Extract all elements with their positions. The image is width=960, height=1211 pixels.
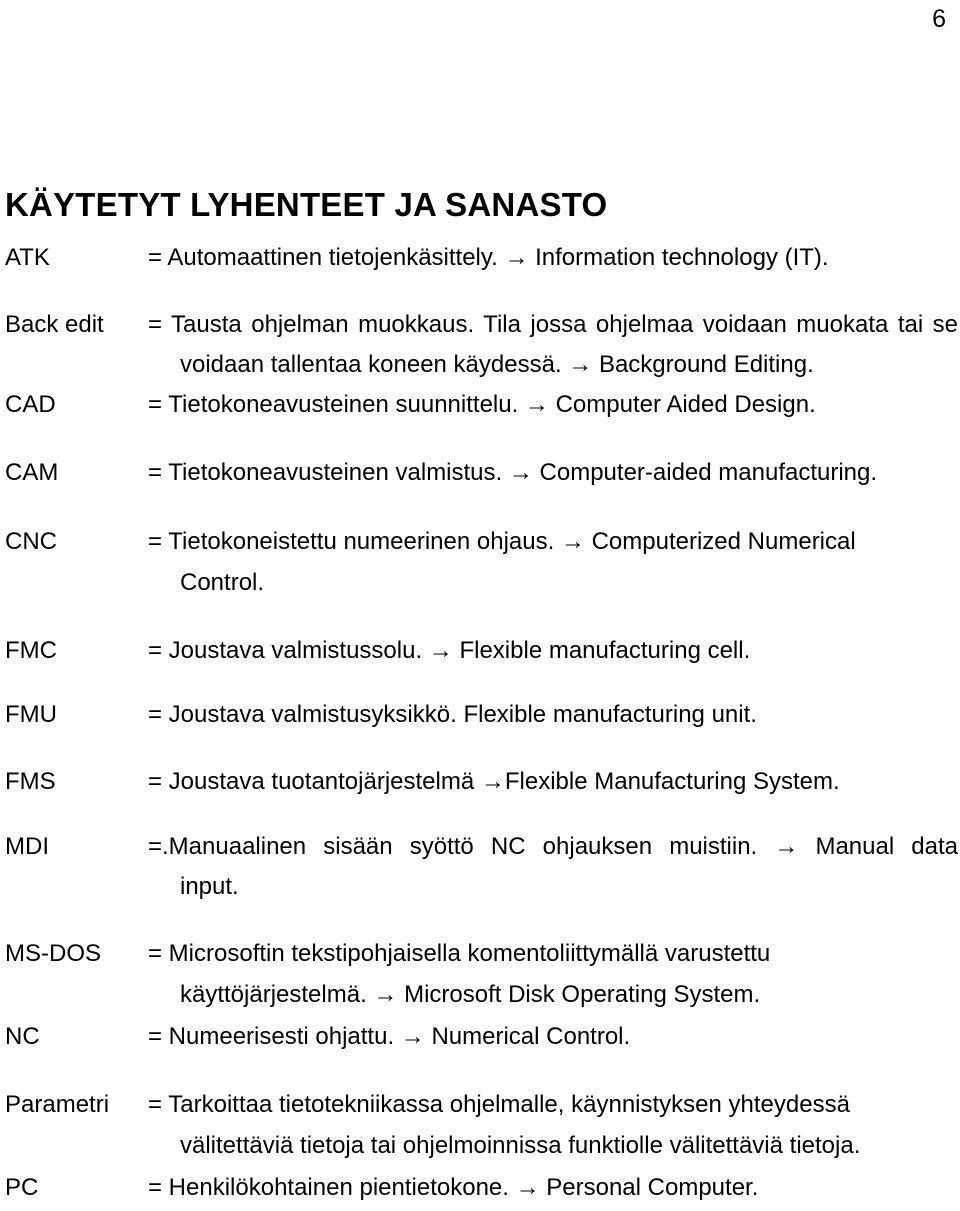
glossary-term: FMS <box>5 768 56 795</box>
glossary-definition-continuation: Control. <box>180 569 265 596</box>
glossary-definition: = Joustava valmistusyksikkö. Flexible ma… <box>148 701 757 728</box>
glossary-definition: = Microsoftin tekstipohjaisella komentol… <box>148 940 771 967</box>
glossary-term: MDI <box>5 833 49 860</box>
glossary-term: Back edit <box>5 311 104 338</box>
glossary-term: CAM <box>5 459 59 486</box>
glossary-term: FMU <box>5 701 57 728</box>
glossary-definition: = Automaattinen tietojenkäsittely. → Inf… <box>148 244 829 271</box>
glossary-term: ATK <box>5 244 50 271</box>
glossary-definition: =.Manuaalinen sisään syöttö NC ohjauksen… <box>148 833 958 860</box>
glossary-term: CNC <box>5 528 57 555</box>
glossary-term: MS-DOS <box>5 940 101 967</box>
glossary-definition: = Joustava valmistussolu. → Flexible man… <box>148 637 751 664</box>
glossary-definition-continuation: käyttöjärjestelmä. → Microsoft Disk Oper… <box>180 981 761 1008</box>
glossary-definition-continuation: voidaan tallentaa koneen käydessä. → Bac… <box>180 351 814 378</box>
document-page: 6 KÄYTETYT LYHENTEET JA SANASTO ATK = Aut… <box>0 0 960 1211</box>
glossary-definition-continuation: välitettäviä tietoja tai ohjelmoinnissa … <box>180 1132 861 1159</box>
glossary-term: FMC <box>5 637 57 664</box>
glossary-definition: = Tausta ohjelman muokkaus. Tila jossa o… <box>148 311 958 338</box>
glossary-definition: = Joustava tuotantojärjestelmä →Flexible… <box>148 768 840 795</box>
page-number: 6 <box>932 5 946 33</box>
glossary-term: Parametri <box>5 1091 110 1118</box>
glossary-term: PC <box>5 1174 39 1201</box>
glossary-definition-continuation: input. <box>180 873 239 900</box>
glossary-definition: = Tietokoneavusteinen valmistus. → Compu… <box>148 459 878 486</box>
page-title: KÄYTETYT LYHENTEET JA SANASTO <box>5 186 608 224</box>
glossary-definition: = Numeerisesti ohjattu. → Numerical Cont… <box>148 1023 631 1050</box>
glossary-definition: = Tarkoittaa tietotekniikassa ohjelmalle… <box>148 1091 850 1118</box>
glossary-term: CAD <box>5 391 56 418</box>
glossary-definition: = Tietokoneavusteinen suunnittelu. → Com… <box>148 391 816 418</box>
glossary-definition: = Henkilökohtainen pientietokone. → Pers… <box>148 1174 759 1201</box>
glossary-term: NC <box>5 1023 40 1050</box>
glossary-definition: = Tietokoneistettu numeerinen ohjaus. → … <box>148 528 856 555</box>
